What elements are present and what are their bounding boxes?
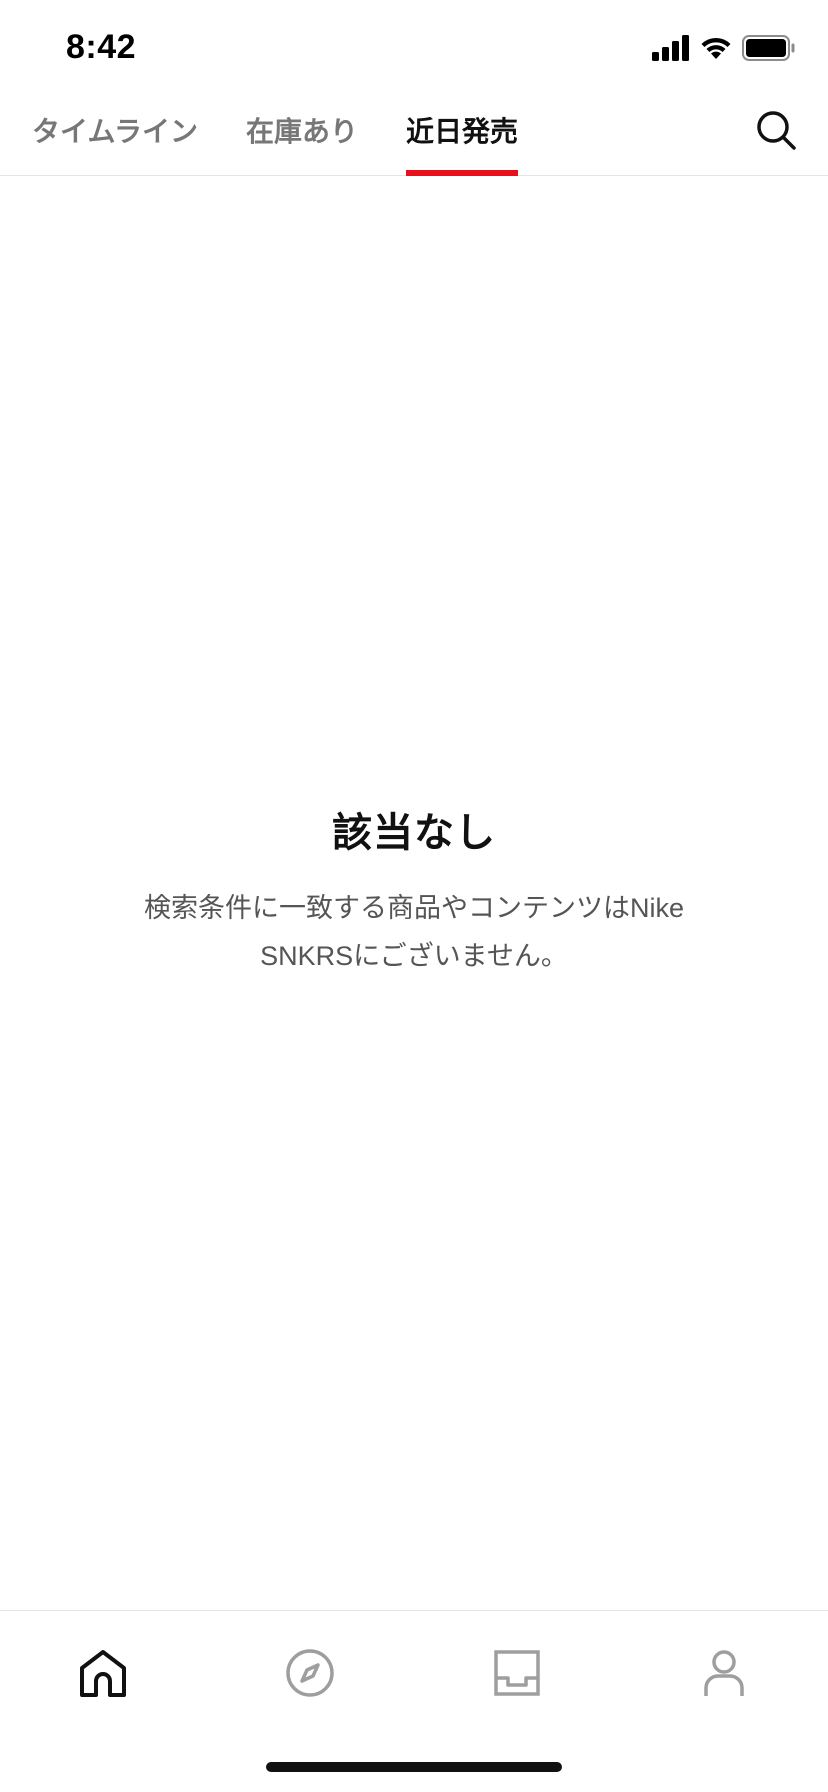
home-icon <box>78 1648 128 1703</box>
profile-icon <box>699 1648 749 1703</box>
tab-label: 在庫あり <box>246 116 359 147</box>
tab-in-stock[interactable]: 在庫あり <box>246 110 358 176</box>
status-time: 8:42 <box>66 28 137 66</box>
nav-profile-button[interactable] <box>688 1639 760 1711</box>
status-bar: 8:42 <box>0 0 828 92</box>
tab-label: 近日発売 <box>406 116 519 147</box>
status-icons <box>652 34 796 66</box>
inbox-icon <box>492 1648 542 1703</box>
screen: 8:42 タイムライン 在庫あり 近日発売 該当なし 検索条件に一致する商品やコ… <box>0 0 828 1792</box>
tab-upcoming[interactable]: 近日発売 <box>406 110 519 176</box>
empty-state-title: 該当なし <box>332 811 496 855</box>
empty-state: 該当なし 検索条件に一致する商品やコンテンツはNike SNKRSにございません… <box>0 800 828 980</box>
active-tab-indicator <box>406 170 519 176</box>
tab-label: タイムライン <box>32 116 199 147</box>
search-icon <box>755 109 797 156</box>
top-tab-bar: タイムライン 在庫あり 近日発売 <box>0 92 828 176</box>
compass-icon <box>285 1648 335 1703</box>
signal-icon <box>652 34 690 66</box>
nav-home-button[interactable] <box>67 1639 139 1711</box>
empty-state-message: 検索条件に一致する商品やコンテンツはNike SNKRSにございません。 <box>143 893 684 971</box>
home-indicator[interactable] <box>266 1762 562 1772</box>
nav-inbox-button[interactable] <box>481 1639 553 1711</box>
tab-timeline[interactable]: タイムライン <box>32 110 198 176</box>
nav-discover-button[interactable] <box>274 1639 346 1711</box>
battery-icon <box>742 34 796 66</box>
wifi-icon <box>700 35 732 66</box>
search-button[interactable] <box>750 106 802 158</box>
